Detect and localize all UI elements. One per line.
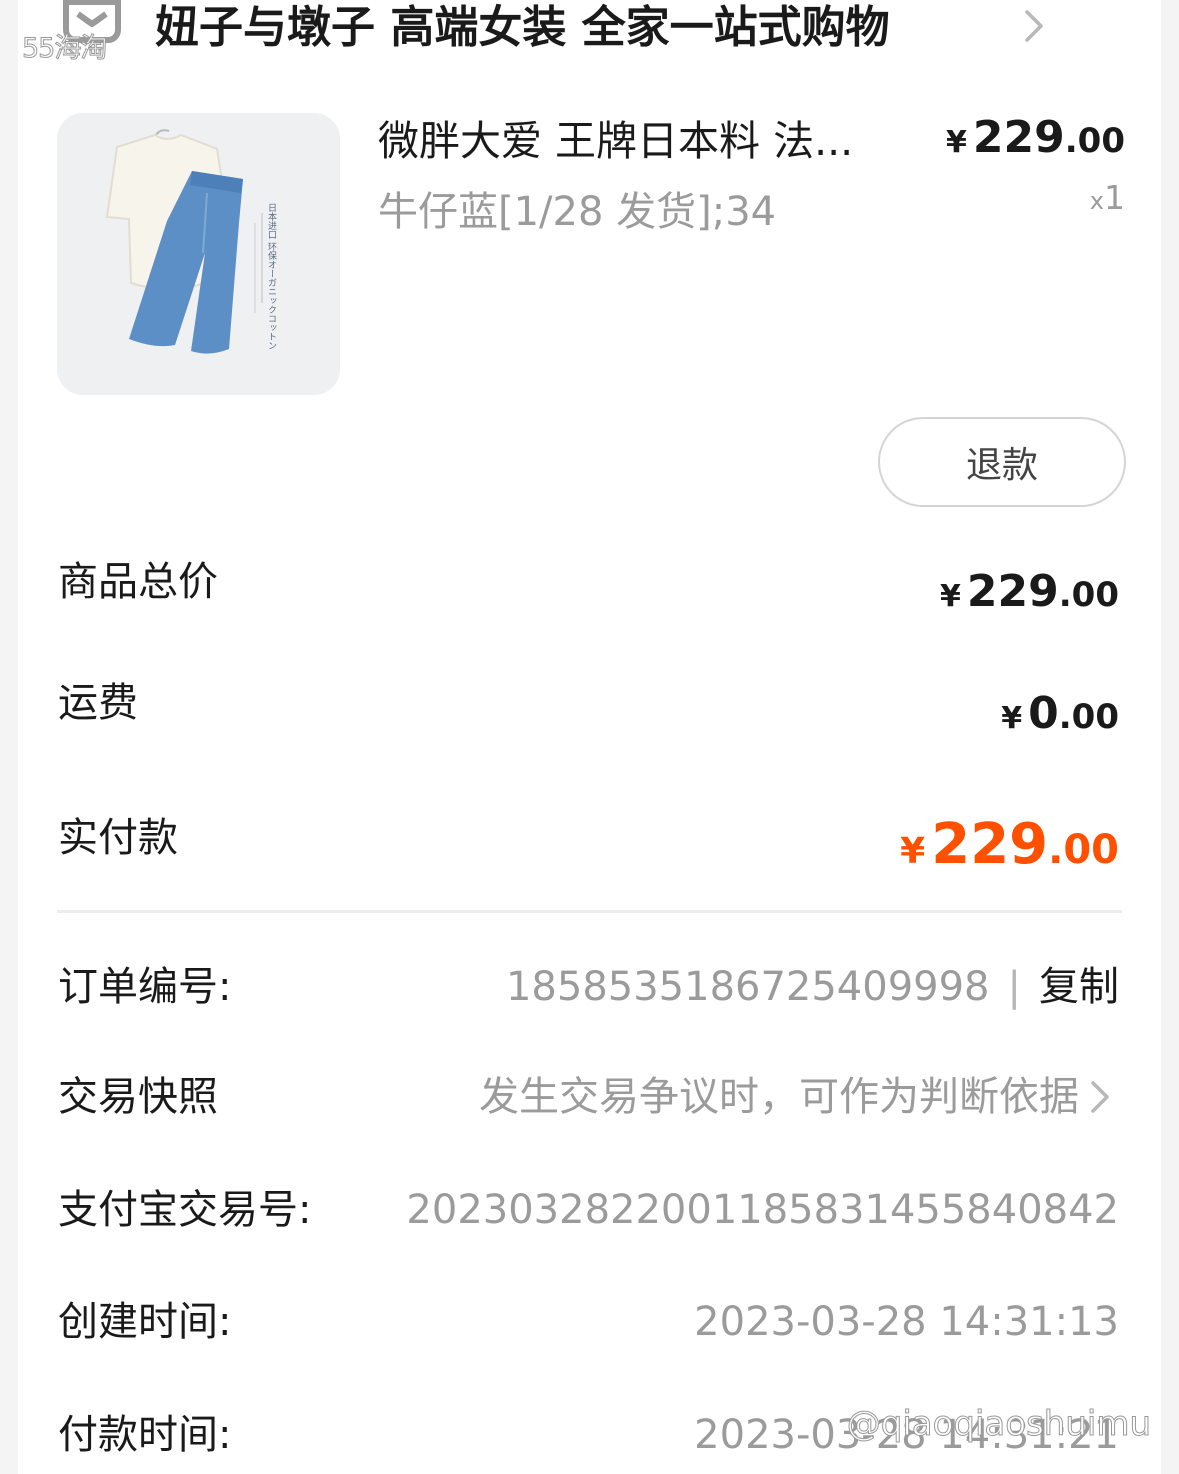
created-time-label: 创建时间: xyxy=(58,1299,232,1345)
paid-value: ¥229.00 xyxy=(900,812,1119,877)
qty-value: 1 xyxy=(1104,178,1125,217)
copy-button[interactable]: 复制 xyxy=(1039,964,1119,1010)
goods-total-int: 229 xyxy=(966,566,1059,617)
product-quantity: x1 xyxy=(1090,178,1125,217)
watermark-handle: @qiaoqiaoshuimu xyxy=(846,1404,1151,1445)
snapshot-label[interactable]: 交易快照 xyxy=(58,1072,218,1122)
price-dec: .00 xyxy=(1064,121,1125,161)
paid-int: 229 xyxy=(931,812,1049,877)
shipping-int: 0 xyxy=(1028,688,1059,739)
goods-total-value: ¥229.00 xyxy=(940,566,1119,617)
shipping-value: ¥0.00 xyxy=(1001,688,1119,739)
goods-total-symbol: ¥ xyxy=(940,579,961,614)
product-title[interactable]: 微胖大爱 王牌日本料 法... xyxy=(378,116,853,166)
product-spec: 牛仔蓝[1/28 发货];34 xyxy=(378,189,777,235)
refund-button[interactable]: 退款 xyxy=(878,417,1126,507)
product-price: ¥229.00 xyxy=(946,112,1125,163)
snapshot-value[interactable]: 发生交易争议时，可作为判断依据 xyxy=(479,1072,1079,1122)
created-time-value: 2023-03-28 14:31:13 xyxy=(694,1299,1119,1345)
price-symbol: ¥ xyxy=(946,125,967,160)
price-int: 229 xyxy=(972,112,1065,163)
qty-prefix: x xyxy=(1089,187,1104,215)
goods-total-dec: .00 xyxy=(1058,575,1119,615)
product-thumbnail[interactable]: 日本进口 环保オーガニックコットン xyxy=(57,113,340,395)
chevron-right-icon[interactable] xyxy=(1090,1080,1110,1114)
product-image-caption: 日本进口 环保オーガニックコットン xyxy=(266,203,277,350)
shipping-label: 运费 xyxy=(58,680,138,726)
paid-label: 实付款 xyxy=(58,815,178,861)
shipping-dec: .00 xyxy=(1058,697,1119,737)
divider xyxy=(57,910,1122,913)
order-no-value: 1858535186725409998 xyxy=(505,964,990,1010)
shop-name[interactable]: 妞子与墩子 高端女装 全家一站式购物 xyxy=(155,2,890,54)
chevron-right-icon[interactable] xyxy=(1024,9,1044,43)
paid-dec: .00 xyxy=(1048,827,1119,873)
watermark-logo: 55海淘 xyxy=(21,33,107,65)
paid-symbol: ¥ xyxy=(900,831,926,872)
order-no-row: 1858535186725409998 | 复制 xyxy=(506,962,1119,1012)
shipping-symbol: ¥ xyxy=(1001,701,1023,736)
paid-time-label: 付款时间: xyxy=(58,1412,232,1458)
product-image-caption-text: 日本进口 环保オーガニックコットン xyxy=(266,203,277,350)
order-no-label: 订单编号: xyxy=(58,964,232,1010)
alipay-no-label: 支付宝交易号: xyxy=(58,1187,312,1233)
copy-separator: | xyxy=(1007,964,1021,1010)
product-image: 日本进口 环保オーガニックコットン xyxy=(57,113,340,395)
alipay-no-value: 2023032822001185831455840842 xyxy=(406,1187,1119,1233)
goods-total-label: 商品总价 xyxy=(58,559,218,605)
